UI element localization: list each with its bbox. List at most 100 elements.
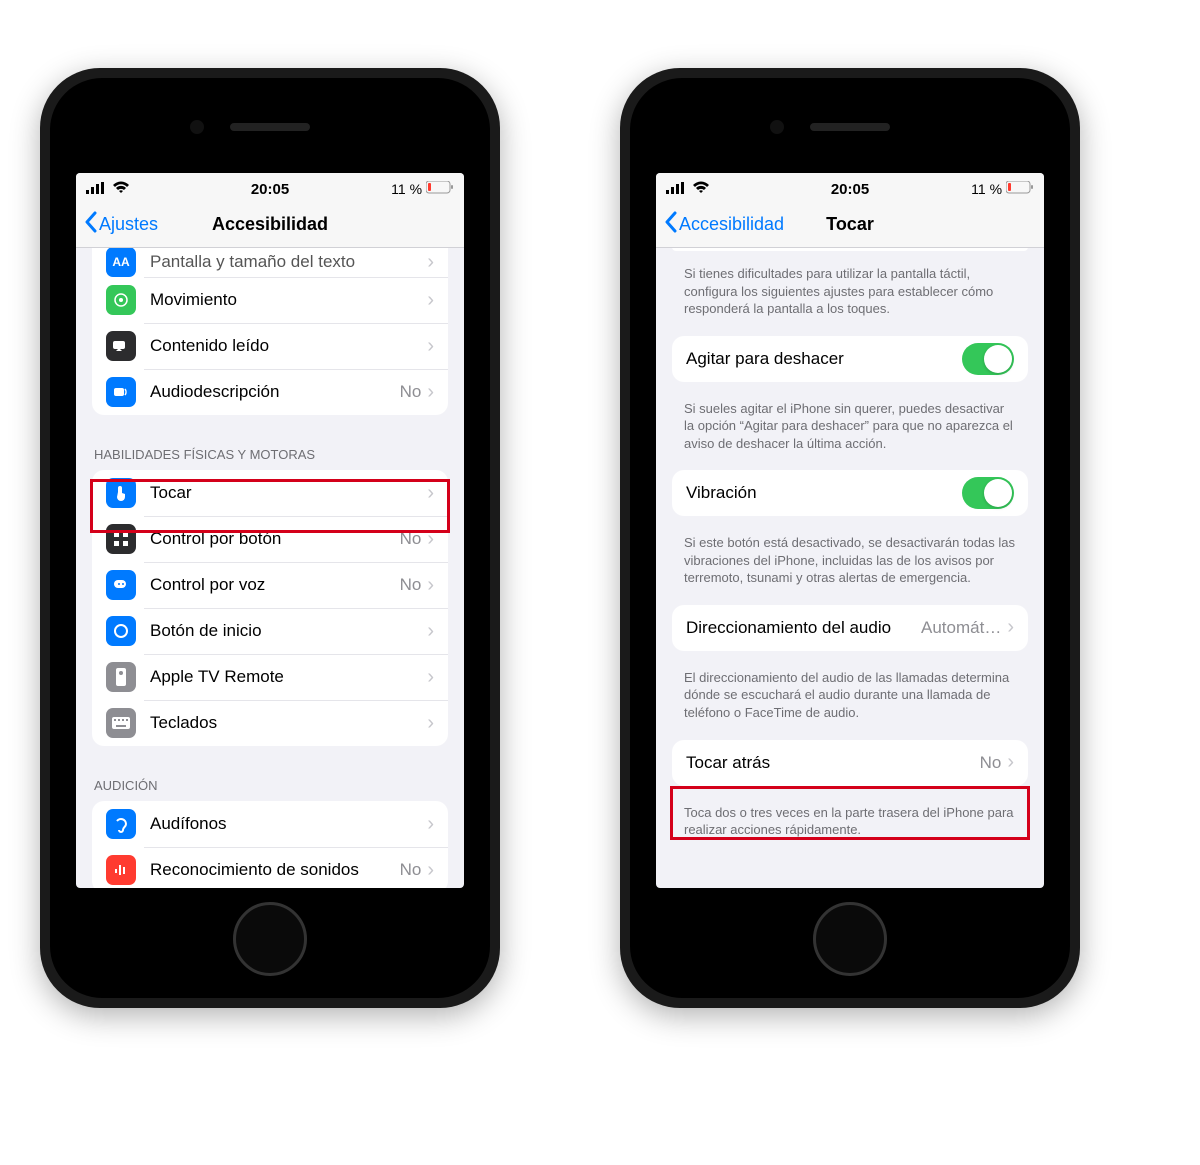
- back-label: Accesibilidad: [679, 214, 784, 235]
- chevron-right-icon: ›: [1007, 616, 1014, 639]
- row-hearing[interactable]: Audífonos ›: [92, 801, 448, 847]
- row-label: Apple TV Remote: [150, 667, 427, 687]
- row-voice[interactable]: Control por voz No ›: [92, 562, 448, 608]
- home-button[interactable]: [233, 902, 307, 976]
- row-label: Tocar atrás: [686, 753, 980, 773]
- chevron-right-icon: ›: [427, 381, 434, 404]
- remote-icon: [106, 662, 136, 692]
- nav-bar: Accesibilidad Tocar: [656, 201, 1044, 248]
- chevron-left-icon: [84, 211, 97, 238]
- row-label: Botón de inicio: [150, 621, 427, 641]
- back-button[interactable]: Accesibilidad: [664, 211, 784, 238]
- phone-frame: 20:05 11 % Ajustes Accesibilidad AA Pant…: [50, 78, 490, 998]
- motion-icon: [106, 285, 136, 315]
- back-label: Ajustes: [99, 214, 158, 235]
- section-header-hearing: AUDICIÓN: [76, 756, 464, 801]
- phone-right: 20:05 11 % Accesibilidad Tocar Si tienes…: [620, 68, 1080, 1008]
- aa-icon: AA: [106, 248, 136, 277]
- row-keyboards[interactable]: Teclados ›: [92, 700, 448, 746]
- chevron-right-icon: ›: [427, 335, 434, 358]
- chevron-right-icon: ›: [427, 620, 434, 643]
- row-sound-recog[interactable]: Reconocimiento de sonidos No ›: [92, 847, 448, 888]
- status-bar: 20:05 11 %: [76, 173, 464, 201]
- chevron-right-icon: ›: [427, 859, 434, 882]
- content-left[interactable]: AA Pantalla y tamaño del texto › Movimie…: [76, 248, 464, 888]
- battery-pct: 11 %: [391, 181, 422, 197]
- row-spoken[interactable]: Contenido leído ›: [92, 323, 448, 369]
- chevron-right-icon: ›: [427, 574, 434, 597]
- group-shake: Agitar para deshacer: [672, 336, 1028, 382]
- group-backtap: Tocar atrás No ›: [672, 740, 1028, 786]
- intro-text: Si tienes dificultades para utilizar la …: [656, 261, 1044, 336]
- status-time: 20:05: [789, 181, 912, 198]
- row-atv[interactable]: Apple TV Remote ›: [92, 654, 448, 700]
- row-label: Agitar para deshacer: [686, 349, 962, 369]
- row-display-text[interactable]: AA Pantalla y tamaño del texto ›: [92, 248, 448, 277]
- group-vibration: Vibración: [672, 470, 1028, 516]
- row-label: Audífonos: [150, 814, 427, 834]
- row-label: Contenido leído: [150, 336, 427, 356]
- row-label: Direccionamiento del audio: [686, 618, 891, 638]
- section-header-physical: HABILIDADES FÍSICAS Y MOTORAS: [76, 425, 464, 470]
- row-value: Automát…: [921, 618, 1001, 638]
- signal-icon: [666, 181, 684, 198]
- row-switch[interactable]: Control por botón No ›: [92, 516, 448, 562]
- sound-icon: [106, 855, 136, 885]
- group-vision: AA Pantalla y tamaño del texto › Movimie…: [92, 248, 448, 415]
- content-right[interactable]: Si tienes dificultades para utilizar la …: [656, 248, 1044, 888]
- row-motion[interactable]: Movimiento ›: [92, 277, 448, 323]
- footer-backtap: Toca dos o tres veces en la parte traser…: [656, 796, 1044, 857]
- row-label: Reconocimiento de sonidos: [150, 860, 400, 880]
- group-audio: Direccionamiento del audio Automát… ›: [672, 605, 1028, 651]
- row-label: Pantalla y tamaño del texto: [150, 252, 427, 272]
- chevron-left-icon: [664, 211, 677, 238]
- chevron-right-icon: ›: [1007, 751, 1014, 774]
- nav-bar: Ajustes Accesibilidad: [76, 201, 464, 248]
- chevron-right-icon: ›: [427, 482, 434, 505]
- signal-icon: [86, 181, 104, 198]
- status-bar: 20:05 11 %: [656, 173, 1044, 201]
- row-home[interactable]: Botón de inicio ›: [92, 608, 448, 654]
- status-time: 20:05: [209, 181, 332, 198]
- screen-left: 20:05 11 % Ajustes Accesibilidad AA Pant…: [76, 173, 464, 888]
- chevron-right-icon: ›: [427, 666, 434, 689]
- row-value: No: [400, 575, 422, 595]
- row-label: Control por botón: [150, 529, 400, 549]
- desc-icon: [106, 377, 136, 407]
- camera: [190, 120, 204, 134]
- battery-icon: [1006, 181, 1034, 197]
- screen-right: 20:05 11 % Accesibilidad Tocar Si tienes…: [656, 173, 1044, 888]
- footer-vibration: Si este botón está desactivado, se desac…: [656, 526, 1044, 605]
- switch-icon: [106, 524, 136, 554]
- home-button[interactable]: [813, 902, 887, 976]
- chevron-right-icon: ›: [427, 289, 434, 312]
- phone-frame: 20:05 11 % Accesibilidad Tocar Si tienes…: [630, 78, 1070, 998]
- row-shake: Agitar para deshacer: [672, 336, 1028, 382]
- row-label: Teclados: [150, 713, 427, 733]
- group-intro-tail: [672, 248, 1028, 251]
- group-hearing: Audífonos › Reconocimiento de sonidos No…: [92, 801, 448, 888]
- chevron-right-icon: ›: [427, 712, 434, 735]
- row-value: No: [400, 529, 422, 549]
- row-audiodesc[interactable]: Audiodescripción No ›: [92, 369, 448, 415]
- row-value: No: [400, 860, 422, 880]
- row-backtap[interactable]: Tocar atrás No ›: [672, 740, 1028, 786]
- row-audio-routing[interactable]: Direccionamiento del audio Automát… ›: [672, 605, 1028, 651]
- row-label: Audiodescripción: [150, 382, 400, 402]
- row-label: Movimiento: [150, 290, 427, 310]
- row-touch[interactable]: Tocar ›: [92, 470, 448, 516]
- row-label: Tocar: [150, 483, 427, 503]
- chevron-right-icon: ›: [427, 528, 434, 551]
- home-icon: [106, 616, 136, 646]
- row-value: No: [400, 382, 422, 402]
- group-physical: Tocar › Control por botón No › Control p…: [92, 470, 448, 746]
- speaker: [230, 123, 310, 131]
- speaker: [810, 123, 890, 131]
- shake-toggle[interactable]: [962, 343, 1014, 375]
- keyboard-icon: [106, 708, 136, 738]
- camera: [770, 120, 784, 134]
- vibration-toggle[interactable]: [962, 477, 1014, 509]
- row-label: Control por voz: [150, 575, 400, 595]
- footer-shake: Si sueles agitar el iPhone sin querer, p…: [656, 392, 1044, 471]
- back-button[interactable]: Ajustes: [84, 211, 158, 238]
